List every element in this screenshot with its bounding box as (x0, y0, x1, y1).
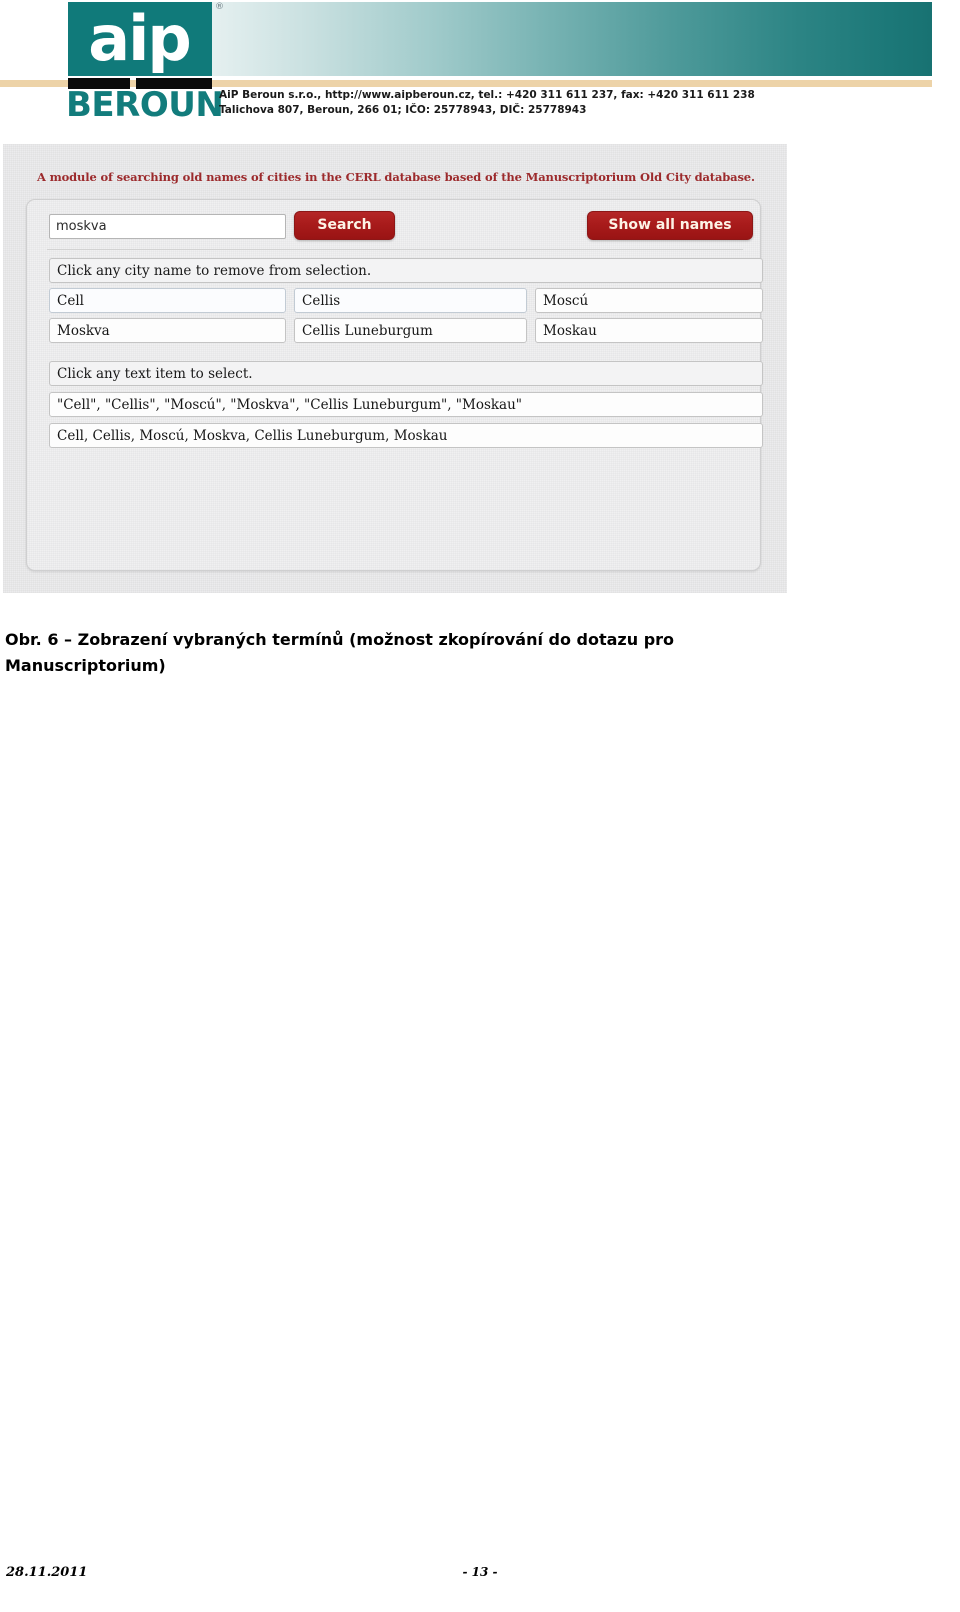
module-title: A module of searching old names of citie… (37, 170, 755, 184)
figure-caption-line-2: Manuscriptorium) (5, 656, 166, 675)
search-toolbar: Search Show all names (27, 208, 762, 250)
text-item-quoted[interactable]: "Cell", "Cellis", "Moscú", "Moskva", "Ce… (49, 392, 763, 417)
toolbar-divider (47, 249, 743, 250)
footer-page-number: - 13 - (462, 1565, 498, 1579)
show-all-names-button[interactable]: Show all names (587, 211, 753, 240)
company-contact-line-2: Talichova 807, Beroun, 266 01; IČO: 2577… (219, 104, 587, 116)
city-item[interactable]: Cellis (294, 288, 527, 313)
aip-logo-text: aip (88, 2, 191, 75)
beroun-wordmark: BEROUN (66, 85, 224, 125)
letterhead-header: aip ® BEROUN AiP Beroun s.r.o., http://w… (0, 0, 960, 132)
city-item[interactable]: Moskva (49, 318, 286, 343)
city-item[interactable]: Cellis Luneburgum (294, 318, 527, 343)
figure-screenshot: A module of searching old names of citie… (3, 144, 787, 593)
text-item-plain[interactable]: Cell, Cellis, Moscú, Moskva, Cellis Lune… (49, 423, 763, 448)
logo-black-block-right (136, 78, 212, 89)
logo-black-block-left (68, 78, 130, 89)
registered-trademark-icon: ® (215, 2, 224, 12)
city-item[interactable]: Cell (49, 288, 286, 313)
city-item[interactable]: Moskau (535, 318, 763, 343)
search-module-panel: Search Show all names Click any city nam… (26, 199, 763, 571)
company-contact-info: AiP Beroun s.r.o., http://www.aipberoun.… (219, 88, 755, 118)
city-section-hint: Click any city name to remove from selec… (49, 258, 763, 283)
figure-caption: Obr. 6 – Zobrazení vybraných termínů (mo… (5, 627, 935, 679)
text-section-hint: Click any text item to select. (49, 361, 763, 386)
search-input[interactable] (49, 214, 286, 239)
search-button[interactable]: Search (294, 211, 395, 240)
page-footer: 28.11.2011 - 13 - (0, 1565, 960, 1595)
aip-logo-square: aip (68, 2, 212, 76)
company-contact-line-1: AiP Beroun s.r.o., http://www.aipberoun.… (219, 89, 755, 101)
city-item[interactable]: Moscú (535, 288, 763, 313)
figure-caption-line-1: Obr. 6 – Zobrazení vybraných termínů (mo… (5, 630, 675, 649)
